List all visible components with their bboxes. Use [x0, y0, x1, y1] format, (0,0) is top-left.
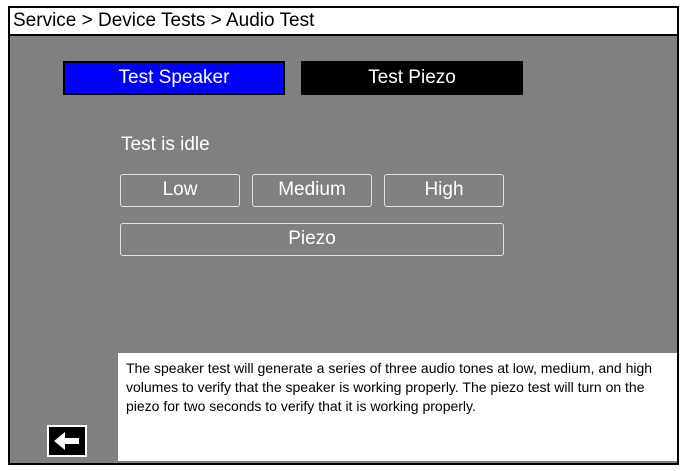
low-volume-button[interactable]: Low	[120, 174, 240, 207]
back-button[interactable]	[47, 425, 87, 457]
piezo-button[interactable]: Piezo	[120, 223, 504, 256]
arrow-left-icon	[49, 427, 85, 455]
medium-volume-button[interactable]: Medium	[252, 174, 372, 207]
test-status-text: Test is idle	[121, 134, 210, 155]
test-speaker-button[interactable]: Test Speaker	[63, 61, 285, 95]
info-description: The speaker test will generate a series …	[118, 353, 677, 461]
high-volume-button[interactable]: High	[384, 174, 504, 207]
audio-test-screen: Service > Device Tests > Audio Test Test…	[8, 6, 679, 465]
test-piezo-button[interactable]: Test Piezo	[301, 61, 523, 95]
breadcrumb: Service > Device Tests > Audio Test	[10, 8, 677, 36]
